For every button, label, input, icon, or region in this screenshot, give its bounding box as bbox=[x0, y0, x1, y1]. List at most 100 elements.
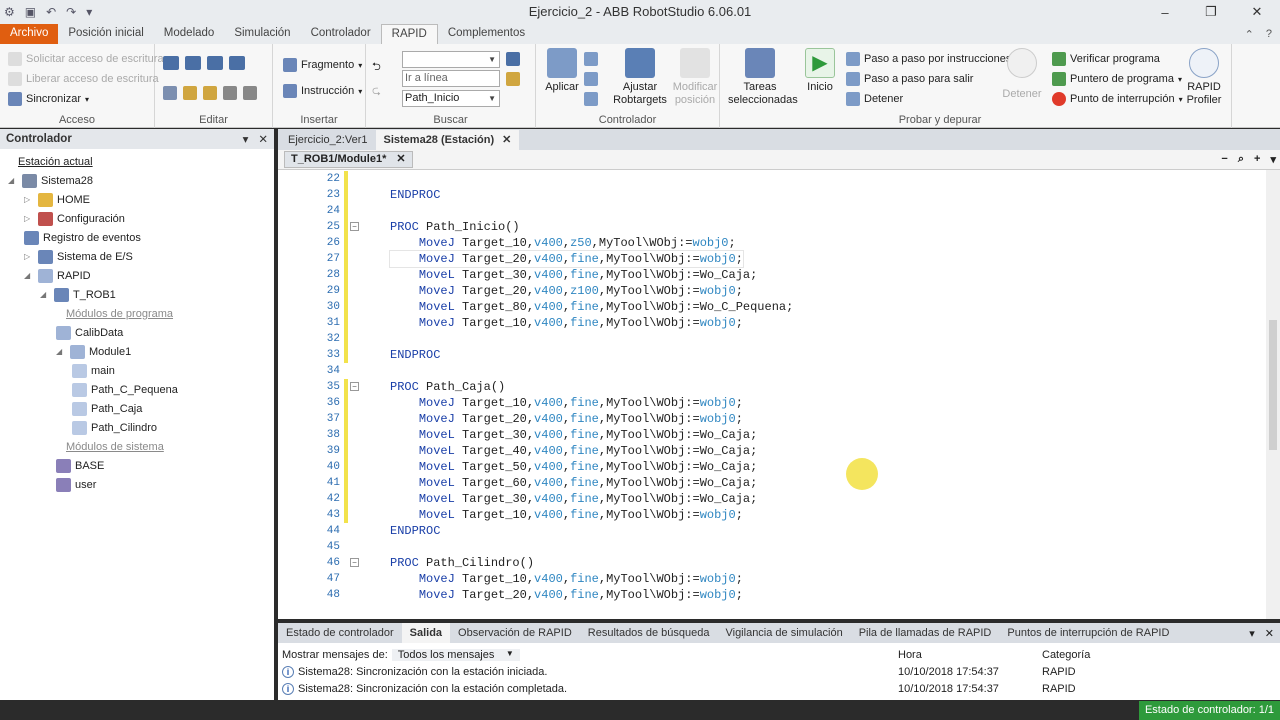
cut-icon[interactable] bbox=[163, 86, 177, 100]
apply-small-icon[interactable] bbox=[584, 52, 598, 66]
save-icon[interactable]: ▣ bbox=[25, 5, 36, 19]
doc-tab-view[interactable]: Ejercicio_2:Ver1 bbox=[280, 130, 376, 150]
tareas-seleccionadas-button[interactable]: Tareas seleccionadas bbox=[728, 48, 798, 107]
expand-arrow-icon[interactable]: ▷ bbox=[24, 214, 34, 223]
output-menu-icon[interactable]: ▾ bbox=[1249, 627, 1255, 640]
code-line[interactable]: 48 MoveJ Target_20,v400,fine,MyTool\WObj… bbox=[278, 587, 1268, 603]
tree-item[interactable]: Path_C_Pequena bbox=[72, 380, 178, 399]
find-in-files-icon[interactable] bbox=[506, 72, 520, 86]
tree-item[interactable]: Path_Cilindro bbox=[72, 418, 157, 437]
more-icon[interactable]: ▾ bbox=[1270, 153, 1276, 166]
tree-item[interactable]: ▷ Configuración bbox=[24, 209, 125, 228]
tab-modelado[interactable]: Modelado bbox=[154, 24, 225, 44]
code-line[interactable]: 23 ENDPROC bbox=[278, 187, 1268, 203]
modificar-posicion-button[interactable]: Modificar posición bbox=[670, 48, 720, 107]
code-line[interactable]: 41 MoveL Target_60,v400,fine,MyTool\WObj… bbox=[278, 475, 1268, 491]
tab-observacion-rapid[interactable]: Observación de RAPID bbox=[450, 623, 580, 643]
find-icon[interactable] bbox=[506, 52, 520, 66]
liberar-acceso-button[interactable]: Liberar acceso de escritura bbox=[8, 72, 159, 86]
rapid-profiler-button[interactable]: RAPID Profiler bbox=[1180, 48, 1228, 107]
help-icon[interactable]: ? bbox=[1266, 28, 1272, 41]
detener-big-button[interactable]: Detener bbox=[1002, 48, 1042, 101]
find-zoom-icon[interactable]: ⌕ bbox=[1238, 153, 1244, 166]
code-line[interactable]: 22 bbox=[278, 171, 1268, 187]
instruccion-button[interactable]: Instrucción ▾ bbox=[283, 84, 362, 98]
tab-posicion-inicial[interactable]: Posición inicial bbox=[58, 24, 153, 44]
code-line[interactable]: 28 MoveL Target_30,v400,fine,MyTool\WObj… bbox=[278, 267, 1268, 283]
tree-item[interactable]: CalibData bbox=[56, 323, 123, 342]
code-line[interactable]: 25 − PROC Path_Inicio() bbox=[278, 219, 1268, 235]
collapse-ribbon-icon[interactable]: ⌃ bbox=[1245, 28, 1254, 41]
tree-item[interactable]: ◢ RAPID bbox=[24, 266, 91, 285]
rapid-code-editor[interactable]: 22 23 ENDPROC 24 25− PROC Path_Inicio() 26 Mov… bbox=[278, 170, 1280, 619]
code-line[interactable]: 43 MoveL Target_10,v400,fine,MyTool\WObj… bbox=[278, 507, 1268, 523]
code-line[interactable]: 30 MoveL Target_80,v400,fine,MyTool\WObj… bbox=[278, 299, 1268, 315]
doc-tab-station[interactable]: Sistema28 (Estación) ✕ bbox=[375, 130, 520, 150]
tree-item[interactable]: ◢ Module1 bbox=[56, 342, 131, 361]
tab-complementos[interactable]: Complementos bbox=[438, 24, 535, 44]
minimize-button[interactable]: – bbox=[1142, 0, 1188, 24]
path-select[interactable]: Path_Inicio ▼ bbox=[402, 90, 500, 107]
scrollbar-thumb[interactable] bbox=[1269, 320, 1277, 450]
tree-item[interactable]: user bbox=[56, 475, 96, 494]
filter-select[interactable]: Todos los mensajes ▼ bbox=[391, 649, 520, 661]
tree-item[interactable]: Módulos de programa bbox=[66, 304, 173, 323]
tab-estado-controlador[interactable]: Estado de controlador bbox=[278, 623, 402, 643]
app-logo-icon[interactable]: ⚙ bbox=[4, 5, 15, 19]
code-line[interactable]: 31 MoveJ Target_10,v400,fine,MyTool\WObj… bbox=[278, 315, 1268, 331]
code-line[interactable]: 26 MoveJ Target_10,v400,z50,MyTool\WObj:… bbox=[278, 235, 1268, 251]
code-line[interactable]: 29 MoveJ Target_20,v400,z100,MyTool\WObj… bbox=[278, 283, 1268, 299]
forward-arrow-icon[interactable]: ⮎ bbox=[372, 82, 381, 101]
tab-resultados-busqueda[interactable]: Resultados de búsqueda bbox=[580, 623, 718, 643]
tree-item[interactable]: ◢ T_ROB1 bbox=[40, 285, 116, 304]
code-line[interactable]: 45 bbox=[278, 539, 1268, 555]
tree-item[interactable]: main bbox=[72, 361, 115, 380]
panel-menu-icon[interactable]: ▾ bbox=[243, 132, 249, 146]
tab-vigilancia-simulacion[interactable]: Vigilancia de simulación bbox=[717, 623, 850, 643]
panel-close-icon[interactable]: ✕ bbox=[258, 132, 268, 146]
code-line[interactable]: 24 bbox=[278, 203, 1268, 219]
tree-item[interactable]: Módulos de sistema bbox=[66, 437, 164, 456]
expand-arrow-icon[interactable]: ▷ bbox=[24, 252, 34, 261]
comment-icon[interactable] bbox=[223, 86, 237, 100]
paste-icon[interactable] bbox=[203, 86, 217, 100]
code-line[interactable]: 40 MoveL Target_50,v400,fine,MyTool\WObj… bbox=[278, 459, 1268, 475]
inicio-button[interactable]: ▶ Inicio bbox=[800, 48, 840, 94]
copy-icon[interactable] bbox=[183, 86, 197, 100]
tree-item[interactable]: ▷ HOME bbox=[24, 190, 90, 209]
tab-archivo[interactable]: Archivo bbox=[0, 24, 59, 44]
apply-small2-icon[interactable] bbox=[584, 72, 598, 86]
tab-simulacion[interactable]: Simulación bbox=[224, 24, 300, 44]
tree-item[interactable]: ▷ Sistema de E/S bbox=[24, 247, 133, 266]
code-line[interactable]: 38 MoveL Target_30,v400,fine,MyTool\WObj… bbox=[278, 427, 1268, 443]
sincronizar-button[interactable]: Sincronizar ▾ bbox=[8, 92, 89, 106]
close-button[interactable]: ✕ bbox=[1234, 0, 1280, 24]
tree-item[interactable]: BASE bbox=[56, 456, 104, 475]
code-line[interactable]: 46 − PROC Path_Cilindro() bbox=[278, 555, 1268, 571]
output-row[interactable]: i Sistema28: Sincronización con la estaci… bbox=[282, 664, 547, 680]
output-row[interactable]: i Sistema28: Sincronización con la estaci… bbox=[282, 681, 567, 697]
uncomment-icon[interactable] bbox=[243, 86, 257, 100]
code-line[interactable]: 35 − PROC Path_Caja() bbox=[278, 379, 1268, 395]
tab-salida[interactable]: Salida bbox=[401, 623, 451, 643]
paso-salir-button[interactable]: Paso a paso para salir bbox=[846, 72, 973, 86]
close-editor-icon[interactable]: ✕ bbox=[396, 152, 405, 167]
tree-item[interactable]: Estación actual bbox=[18, 152, 93, 171]
tree-item[interactable]: Path_Caja bbox=[72, 399, 142, 418]
puntero-programa-button[interactable]: Puntero de programa ▾ bbox=[1052, 72, 1182, 86]
output-close-icon[interactable]: ✕ bbox=[1265, 627, 1274, 640]
col-categoria[interactable]: Categoría bbox=[1042, 647, 1090, 663]
punto-interrupcion-button[interactable]: Punto de interrupción ▾ bbox=[1052, 92, 1183, 106]
tree-item[interactable]: Registro de eventos bbox=[24, 228, 141, 247]
verificar-programa-button[interactable]: Verificar programa bbox=[1052, 52, 1160, 66]
indent-icon[interactable] bbox=[163, 56, 179, 70]
search-combo[interactable]: ▼ bbox=[402, 51, 500, 68]
align-icon[interactable] bbox=[207, 56, 223, 70]
ajustar-robtargets-button[interactable]: Ajustar Robtargets bbox=[610, 48, 670, 107]
zoom-out-icon[interactable]: − bbox=[1221, 153, 1227, 166]
fragmento-button[interactable]: Fragmento ▾ bbox=[283, 58, 362, 72]
outdent-icon[interactable] bbox=[185, 56, 201, 70]
customize-icon[interactable]: ▾ bbox=[86, 5, 92, 19]
code-line[interactable]: 37 MoveJ Target_20,v400,fine,MyTool\WObj… bbox=[278, 411, 1268, 427]
detener-button[interactable]: Detener bbox=[846, 92, 903, 106]
